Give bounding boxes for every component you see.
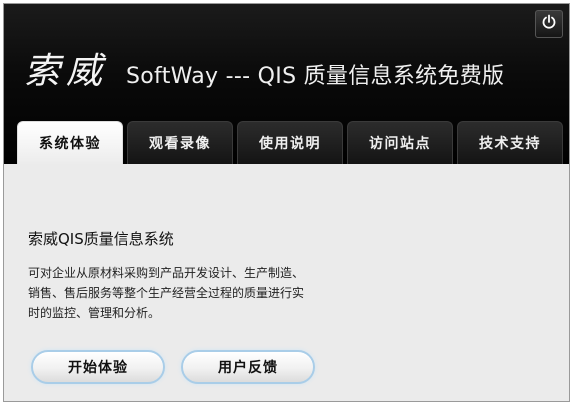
power-button[interactable] (535, 10, 563, 38)
brand-subtitle: SoftWay --- QIS 质量信息系统免费版 (126, 64, 505, 89)
tab-watch-video[interactable]: 观看录像 (127, 121, 233, 164)
tab-bar: 系统体验 观看录像 使用说明 访问站点 技术支持 (17, 121, 563, 164)
product-description: 可对企业从原材料采购到产品开发设计、生产制造、销售、售后服务等整个生产经营全过程… (28, 266, 305, 320)
tab-content-panel: 索威QIS质量信息系统 可对企业从原材料采购到产品开发设计、生产制造、销售、售后… (4, 164, 569, 401)
tab-system-trial[interactable]: 系统体验 (17, 121, 123, 164)
app-window: 索威 SoftWay --- QIS 质量信息系统免费版 系统体验 观看录像 使… (3, 3, 570, 402)
user-feedback-button[interactable]: 用户反馈 (181, 350, 315, 384)
tab-user-manual[interactable]: 使用说明 (237, 121, 343, 164)
header-banner: 索威 SoftWay --- QIS 质量信息系统免费版 系统体验 观看录像 使… (4, 4, 569, 164)
power-icon (541, 14, 557, 34)
product-title: 索威QIS质量信息系统 (28, 230, 174, 248)
start-trial-button[interactable]: 开始体验 (31, 350, 165, 384)
brand-logo: 索威 SoftWay --- QIS 质量信息系统免费版 (24, 42, 504, 94)
tab-tech-support[interactable]: 技术支持 (457, 121, 563, 164)
tab-visit-site[interactable]: 访问站点 (347, 121, 453, 164)
brand-chinese-name: 索威 (24, 51, 109, 92)
